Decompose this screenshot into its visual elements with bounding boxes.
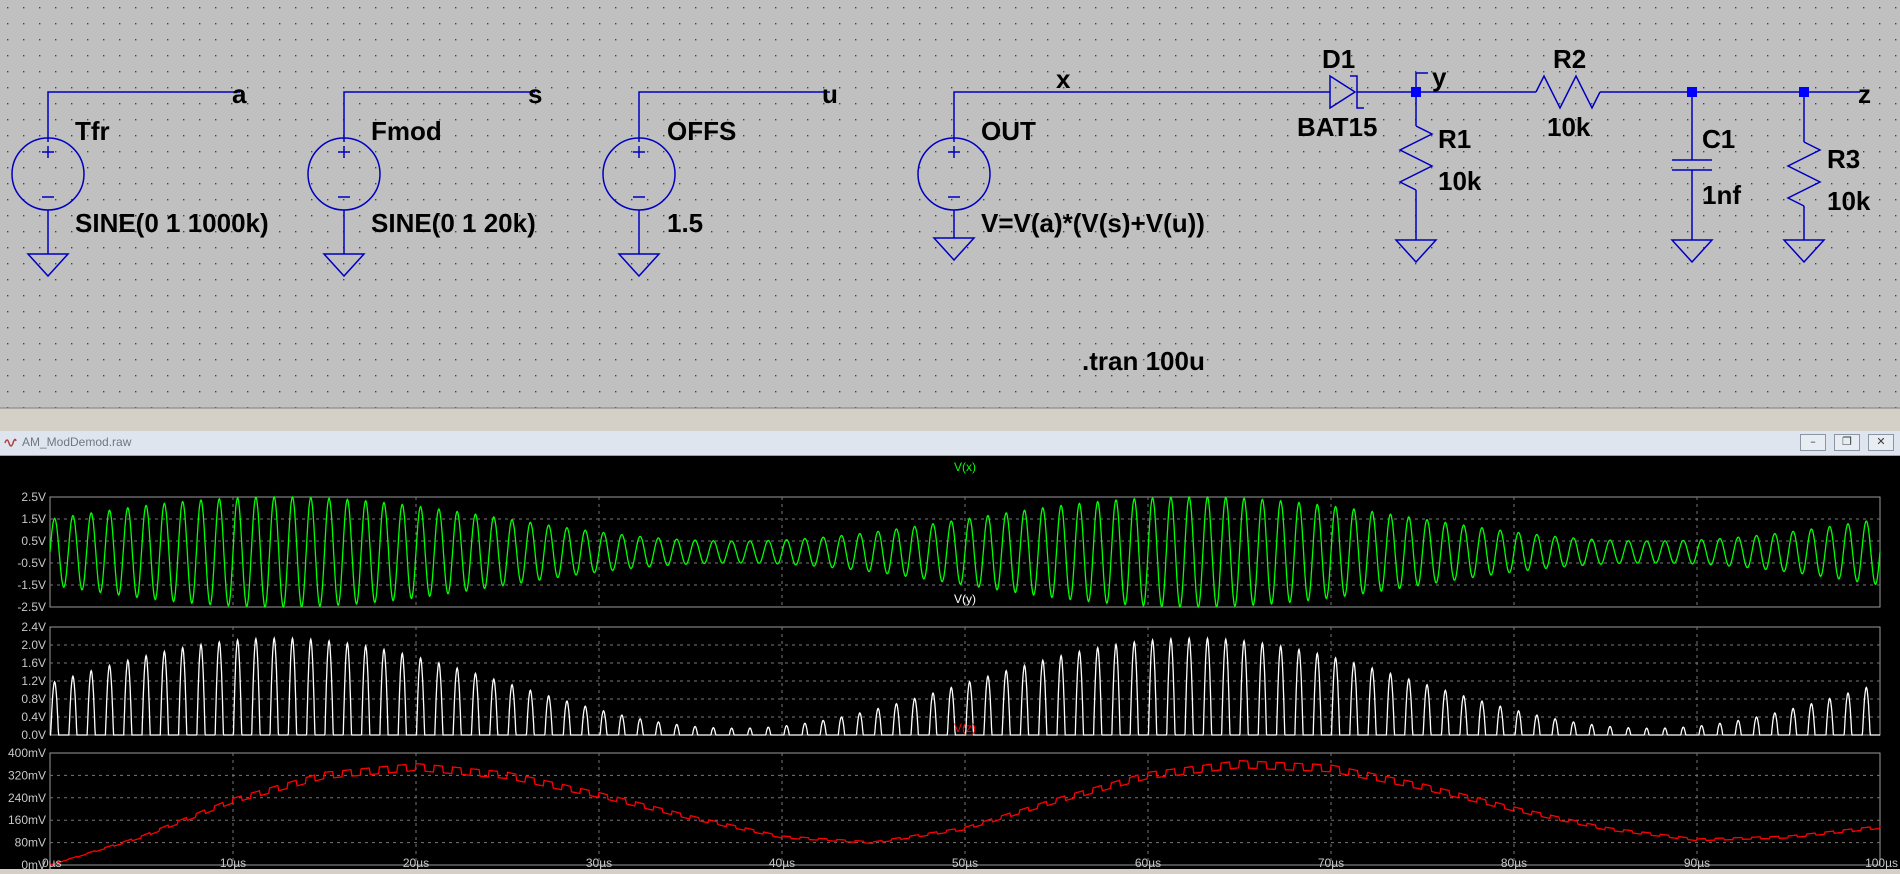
source-value-label: SINE(0 1 20k): [371, 208, 536, 238]
y-tick-label: 2.4V: [21, 620, 46, 634]
y-tick-label: 2.0V: [21, 638, 46, 652]
y-tick-label: 240mV: [8, 791, 46, 805]
y-tick-label: 400mV: [8, 746, 46, 760]
y-tick-label: -0.5V: [17, 556, 46, 570]
net-label-s[interactable]: s: [528, 79, 542, 109]
component-value-label: 1nf: [1702, 180, 1741, 210]
x-tick-label: 80µs: [1501, 856, 1527, 869]
waveform-plots[interactable]: V(x) 2.5V 1.5V 0.5V -0.5V -1.5V -2.5V V(y) 2.4V 2…: [0, 455, 1900, 872]
minimize-button[interactable]: –: [1800, 434, 1826, 451]
x-tick-label: 100µs: [1865, 856, 1898, 869]
y-tick-label: 0.8V: [21, 692, 46, 706]
component-value-label: 10k: [1827, 186, 1871, 216]
source-name-label: Fmod: [371, 116, 442, 146]
source-name-label: OUT: [981, 116, 1036, 146]
component-name-label: R2: [1553, 44, 1586, 74]
waveform-window[interactable]: AM_ModDemod.raw – ❐ ✕ V(x) 2.5V 1.5V 0.5V -0…: [0, 431, 1900, 872]
x-tick-label: 20µs: [403, 856, 429, 869]
x-tick-label: 60µs: [1135, 856, 1161, 869]
restore-button[interactable]: ❐: [1834, 434, 1860, 451]
y-tick-label: 0.0V: [21, 728, 46, 742]
y-tick-label: -1.5V: [17, 578, 46, 592]
y-tick-label: 320mV: [8, 768, 46, 782]
source-name-label: OFFS: [667, 116, 736, 146]
source-value-label: 1.5: [667, 208, 703, 238]
net-label-u[interactable]: u: [822, 79, 838, 109]
y-tick-label: 0.5V: [21, 534, 46, 548]
source-value-label: SINE(0 1 1000k): [75, 208, 269, 238]
x-tick-label: 70µs: [1318, 856, 1344, 869]
junction-dot: [1411, 87, 1421, 97]
component-name-label: R1: [1438, 124, 1471, 154]
trace-title[interactable]: V(y): [954, 592, 976, 606]
plot-pane-3[interactable]: V(z)400mV320mV240mV160mV80mV0mV: [8, 721, 1881, 872]
window-title: AM_ModDemod.raw: [22, 435, 132, 449]
y-tick-label: 1.5V: [21, 512, 46, 526]
y-tick-label: 80mV: [15, 836, 46, 850]
component-name-label: D1: [1322, 44, 1355, 74]
close-button[interactable]: ✕: [1868, 434, 1894, 451]
trace-title[interactable]: V(x): [954, 460, 976, 474]
y-tick-label: 1.2V: [21, 674, 46, 688]
y-tick-label: 2.5V: [21, 490, 46, 504]
component-name-label: C1: [1702, 124, 1735, 154]
x-axis: 0µs 10µs 20µs 30µs 40µs 50µs 60µs 70µs 80µs 90µs 1…: [42, 856, 1898, 870]
y-tick-label: -2.5V: [17, 600, 46, 614]
x-tick-label: 10µs: [220, 856, 246, 869]
component-name-label: R3: [1827, 144, 1860, 174]
grid-dots: [0, 0, 1900, 408]
y-tick-label: 1.6V: [21, 656, 46, 670]
plot-pane-2[interactable]: V(y) 2.4V 2.0V 1.6V 1.2V 0.8V 0.4V 0.0V: [21, 592, 1881, 742]
trace-title[interactable]: V(z): [954, 721, 976, 735]
plot-pane-1[interactable]: V(x) 2.5V 1.5V 0.5V -0.5V -1.5V -2.5V: [17, 460, 1881, 614]
junction-dot: [1799, 87, 1809, 97]
component-value-label: BAT15: [1297, 112, 1377, 142]
junction-dot: [1687, 87, 1697, 97]
schematic-editor[interactable]: a s u x y z Tfr SINE(0 1 1000k) Fmod SIN…: [0, 0, 1900, 417]
window-titlebar[interactable]: AM_ModDemod.raw – ❐ ✕: [0, 431, 1900, 456]
spice-directive[interactable]: .tran 100u: [1082, 346, 1205, 376]
source-value-label: V=V(a)*(V(s)+V(u)): [981, 208, 1205, 238]
x-tick-label: 0µs: [42, 856, 62, 869]
net-label-x[interactable]: x: [1056, 64, 1071, 94]
x-tick-label: 40µs: [769, 856, 795, 869]
component-value-label: 10k: [1438, 166, 1482, 196]
x-tick-label: 30µs: [586, 856, 612, 869]
y-tick-label: 0.4V: [21, 710, 46, 724]
x-tick-label: 50µs: [952, 856, 978, 869]
y-tick-label: 160mV: [8, 813, 46, 827]
net-label-y[interactable]: y: [1432, 62, 1447, 92]
source-name-label: Tfr: [75, 116, 110, 146]
net-label-a[interactable]: a: [232, 79, 247, 109]
net-label-z[interactable]: z: [1858, 79, 1871, 109]
x-tick-label: 90µs: [1684, 856, 1710, 869]
waveform-icon: [4, 438, 17, 447]
component-value-label: 10k: [1547, 112, 1591, 142]
